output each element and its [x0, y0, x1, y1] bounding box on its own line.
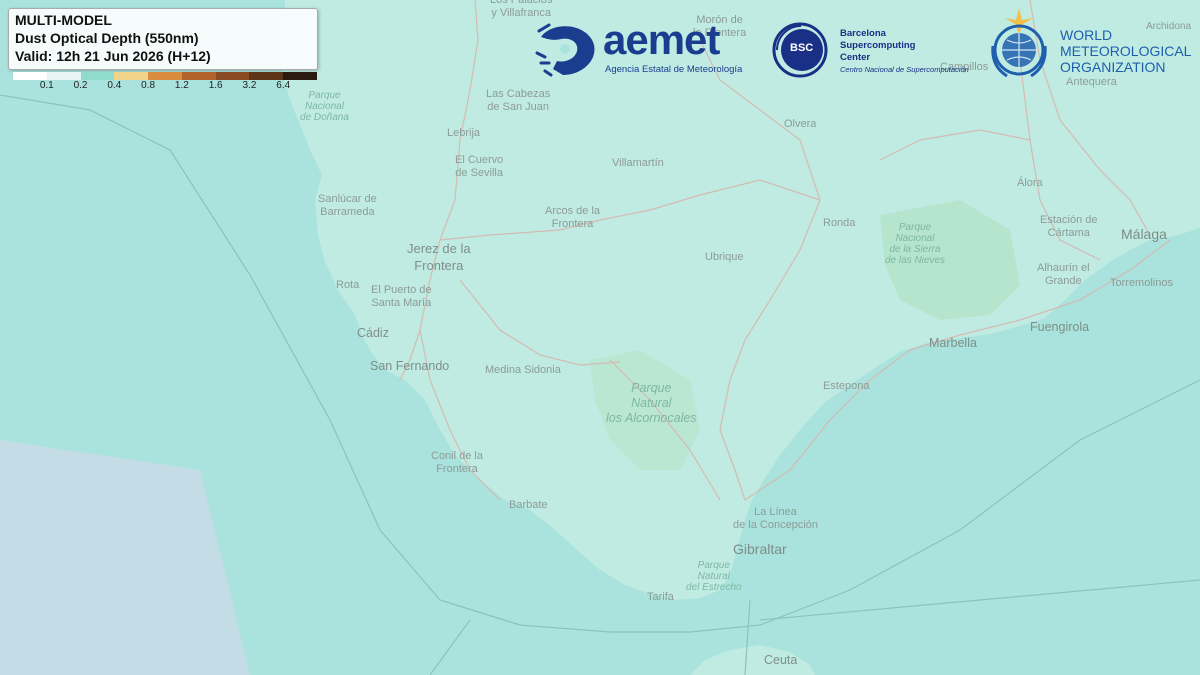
place-san-fernando: San Fernando [370, 359, 450, 373]
color-scale-tick-label: 6.4 [276, 80, 291, 91]
place-medina-sidonia: Medina Sidonia [485, 364, 561, 376]
legend-valid-time: Valid: 12h 21 Jun 2026 (H+12) [15, 48, 211, 64]
place-ceuta: Ceuta [764, 653, 798, 667]
wmo-line-2: METEOROLOGICAL [1060, 43, 1192, 59]
place-villamartin: Villamartín [612, 157, 664, 169]
place-conil: Conil de la Frontera [431, 450, 483, 475]
place-alhaurin: Alhaurín el Grande [1037, 262, 1090, 287]
place-lebrija: Lebrija [447, 127, 481, 139]
bsc-badge: BSC [790, 42, 814, 54]
color-scale-tick-label: 0.1 [39, 80, 54, 91]
bsc-line-2: Supercomputing [840, 40, 916, 51]
legend-title-model: MULTI-MODEL [15, 12, 112, 28]
legend-title-variable: Dust Optical Depth (550nm) [15, 30, 199, 46]
place-parque-estrecho: Parque Natural del Estrecho [686, 560, 742, 593]
place-parque-alcornocales: Parque Natural los Alcornocales [606, 381, 697, 425]
color-scale-tick-label: 0.2 [73, 80, 88, 91]
place-parque-nieves: Parque Nacional de la Sierra de las Niev… [885, 222, 946, 266]
place-marbella: Marbella [929, 336, 977, 350]
place-torremolinos: Torremolinos [1110, 277, 1173, 289]
color-scale-tick-label: 3.2 [242, 80, 257, 91]
color-scale-tick-label: 0.4 [107, 80, 122, 91]
color-scale-swatch [148, 72, 182, 80]
color-scale-swatch [114, 72, 149, 80]
place-los-palacios: Los Palacios y Villafranca [490, 0, 553, 19]
color-scale-tick-label: 1.2 [174, 80, 189, 91]
place-fuengirola: Fuengirola [1030, 320, 1090, 334]
place-sanlucar: Sanlúcar de Barrameda [318, 193, 377, 218]
wmo-emblem-icon [991, 8, 1047, 78]
place-cadiz: Cádiz [357, 326, 389, 340]
place-estacion-cartama: Estación de Cártama [1040, 214, 1098, 239]
aemet-subtitle: Agencia Estatal de Meteorología [605, 64, 743, 75]
color-scale-swatch [80, 72, 115, 80]
color-scale-swatch [46, 72, 81, 80]
place-puerto-santa-maria: El Puerto de Santa María [371, 284, 432, 309]
color-scale-tick-label: 0.8 [141, 80, 156, 91]
bsc-line-3: Center [840, 52, 871, 63]
map-background[interactable] [0, 0, 1200, 675]
place-la-linea: La Línea de la Concepción [733, 506, 819, 531]
legend-box: MULTI-MODEL Dust Optical Depth (550nm) V… [8, 8, 318, 70]
place-olvera: Olvera [784, 118, 817, 130]
place-ronda: Ronda [823, 217, 856, 229]
place-barbate: Barbate [509, 499, 548, 511]
place-rota: Rota [336, 279, 360, 291]
color-scale [13, 72, 318, 80]
aemet-wordmark: aemet [603, 16, 720, 63]
color-scale-swatch [13, 72, 47, 80]
wmo-line-3: ORGANIZATION [1060, 59, 1166, 75]
logos-bar: aemet Agencia Estatal de Meteorología BS… [535, 8, 1200, 83]
place-el-cuervo: El Cuervo de Sevilla [455, 154, 504, 179]
place-ubrique: Ubrique [705, 251, 744, 263]
color-scale-swatch [283, 72, 318, 80]
color-scale-swatch [249, 72, 284, 80]
place-arcos: Arcos de la Frontera [545, 205, 601, 230]
spain-map-icon [535, 23, 595, 77]
place-las-cabezas: Las Cabezas de San Juan [486, 88, 551, 113]
place-estepona: Estepona [823, 380, 870, 392]
color-scale-tick-label: 1.6 [208, 80, 223, 91]
color-scale-swatch [215, 72, 250, 80]
place-gibraltar: Gibraltar [733, 541, 787, 557]
place-parque-donana: Parque Nacional de Doñana [300, 90, 349, 123]
bsc-subtitle: Centro Nacional de Supercomputación [840, 65, 969, 74]
dust-legend: MULTI-MODEL Dust Optical Depth (550nm) V… [8, 8, 318, 84]
place-malaga: Málaga [1121, 226, 1167, 242]
place-tarifa: Tarifa [647, 591, 674, 603]
place-alora: Álora [1017, 177, 1043, 189]
wmo-line-1: WORLD [1060, 27, 1113, 43]
color-scale-swatch [181, 72, 216, 80]
bsc-line-1: Barcelona [840, 28, 886, 39]
place-jerez: Jerez de la Frontera [407, 241, 471, 273]
